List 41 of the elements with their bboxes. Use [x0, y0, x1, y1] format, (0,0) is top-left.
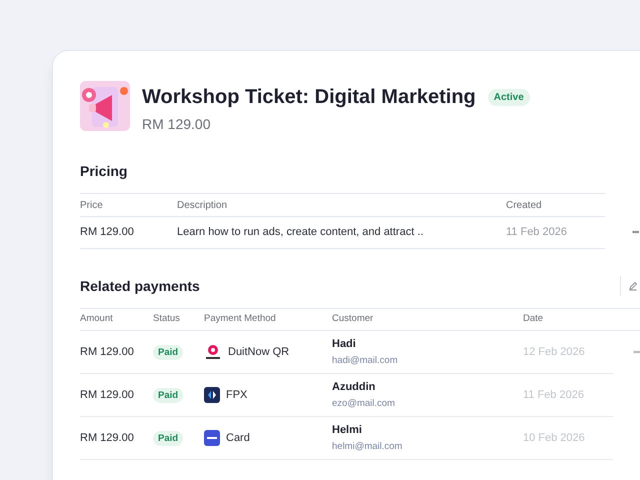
status-badge: Active [488, 88, 530, 106]
status-badge: Paid [153, 388, 184, 403]
qr-logo-icon [204, 344, 222, 360]
customer-name: Azuddin [332, 380, 376, 395]
table-cell-text: Learn how to run ads, create content, and attract .. [177, 225, 424, 240]
customer-name: Hadi [332, 336, 357, 352]
more-button[interactable]: ••• [632, 226, 638, 240]
payment-method: FPX [226, 388, 248, 403]
column-header: Customer [332, 312, 374, 326]
more-button[interactable]: ••• [633, 346, 640, 360]
product-price: RM 129.00 [142, 115, 212, 134]
edit-icon[interactable] [628, 281, 638, 291]
payment-method: Card [226, 430, 250, 446]
table-cell-text: 11 Feb 2026 [523, 388, 585, 403]
table-cell-text: 12 Feb 2026 [523, 344, 586, 360]
table-cell-text: 10 Feb 2026 [523, 430, 586, 446]
customer-email: hadi@mail.com [332, 354, 399, 368]
table-cell-text: RM 129.00 [80, 388, 135, 403]
table-cell-text: RM 129.00 [80, 430, 135, 446]
column-header: Status [153, 312, 181, 326]
column-header: Created [506, 198, 543, 212]
customer-email: helmi@mail.com [332, 440, 404, 454]
column-header: Payment Method [204, 312, 277, 326]
payment-method: DuitNow QR [228, 344, 290, 360]
table-cell-text: RM 129.00 [80, 344, 135, 360]
status-badge: Paid [153, 430, 184, 446]
chevrons-logo-icon [204, 387, 220, 403]
customer-email: ezo@mail.com [332, 397, 396, 412]
column-header: Amount [80, 312, 114, 326]
section-heading: Pricing [80, 162, 128, 181]
status-badge: Paid [153, 344, 184, 360]
column-header: Description [177, 198, 228, 212]
column-header: Date [523, 312, 544, 326]
customer-name: Helmi [332, 422, 363, 438]
table-cell-text: 11 Feb 2026 [506, 225, 568, 240]
section-heading: Related payments [80, 276, 201, 296]
product-title: Workshop Ticket: Digital Marketing [142, 85, 476, 110]
table-cell-text: RM 129.00 [80, 225, 135, 240]
card-logo-icon [204, 430, 220, 446]
megaphone-image [80, 81, 130, 131]
column-header: Price [80, 198, 104, 212]
